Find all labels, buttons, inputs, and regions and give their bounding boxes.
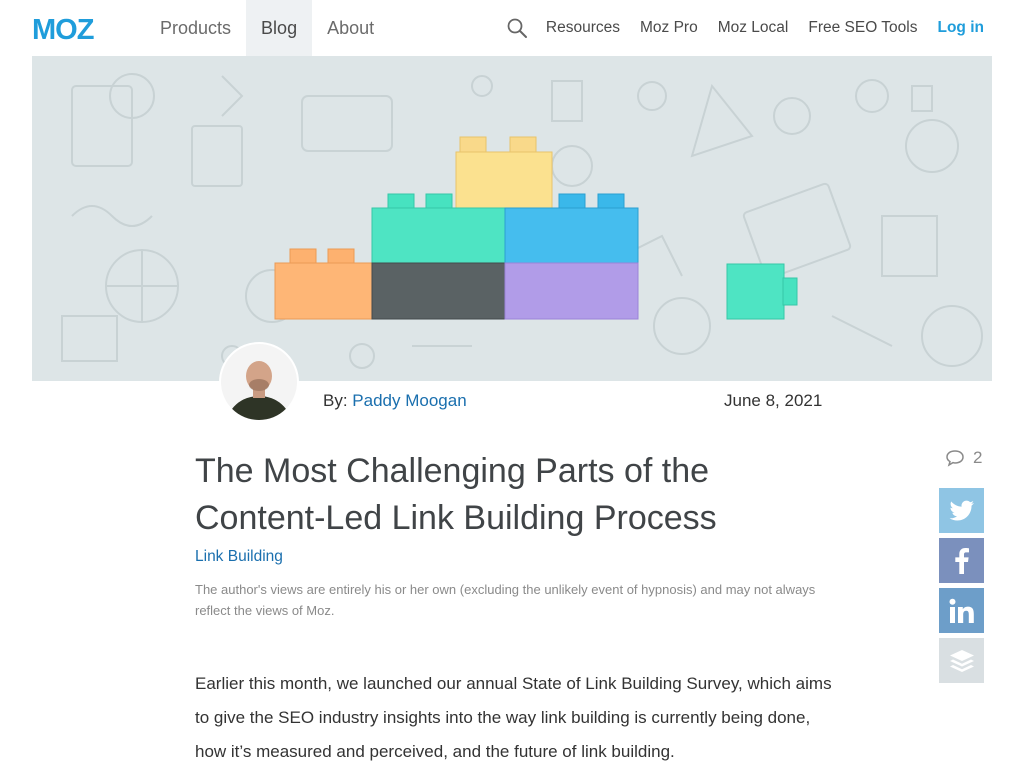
nav-blog[interactable]: Blog — [246, 0, 313, 56]
post-date: June 8, 2021 — [724, 391, 823, 410]
share-facebook-button[interactable] — [939, 538, 984, 583]
article-intro-paragraph: Earlier this month, we launched our annu… — [195, 674, 832, 761]
article-title: The Most Challenging Parts of the Conten… — [195, 452, 717, 537]
building-blocks-illustration — [61, 73, 983, 369]
nav-free-seo-tools[interactable]: Free SEO Tools — [808, 19, 917, 37]
author-disclaimer: The author's views are entirely his or h… — [195, 582, 816, 618]
share-linkedin-button[interactable] — [939, 588, 984, 633]
comments-link[interactable]: 2 — [945, 448, 982, 468]
moz-logo[interactable]: MOZ — [32, 14, 116, 42]
author-avatar[interactable] — [219, 342, 299, 422]
nav-resources[interactable]: Resources — [546, 19, 620, 37]
twitter-icon — [949, 500, 974, 520]
share-buffer-button[interactable] — [939, 638, 984, 683]
svg-text:MOZ: MOZ — [32, 14, 94, 42]
primary-nav: Products Blog About — [145, 0, 389, 56]
facebook-icon — [954, 547, 969, 574]
site-header: MOZ Products Blog About Resources Moz Pr… — [0, 0, 1024, 56]
buffer-icon — [949, 649, 974, 672]
nav-about[interactable]: About — [312, 0, 389, 56]
share-twitter-button[interactable] — [939, 488, 984, 533]
hero-illustration — [32, 56, 992, 381]
comment-count: 2 — [973, 448, 983, 467]
comment-icon — [946, 450, 964, 467]
secondary-nav: Resources Moz Pro Moz Local Free SEO Too… — [506, 0, 984, 56]
byline: By: Paddy Moogan — [323, 391, 467, 411]
linkedin-icon — [949, 598, 974, 623]
nav-moz-local[interactable]: Moz Local — [718, 19, 789, 37]
byline-label: By: — [323, 391, 353, 410]
nav-moz-pro[interactable]: Moz Pro — [640, 19, 698, 37]
nav-products[interactable]: Products — [145, 0, 246, 56]
author-link[interactable]: Paddy Moogan — [352, 391, 466, 410]
login-link[interactable]: Log in — [938, 19, 985, 37]
category-link[interactable]: Link Building — [195, 548, 283, 566]
search-icon[interactable] — [506, 17, 528, 39]
